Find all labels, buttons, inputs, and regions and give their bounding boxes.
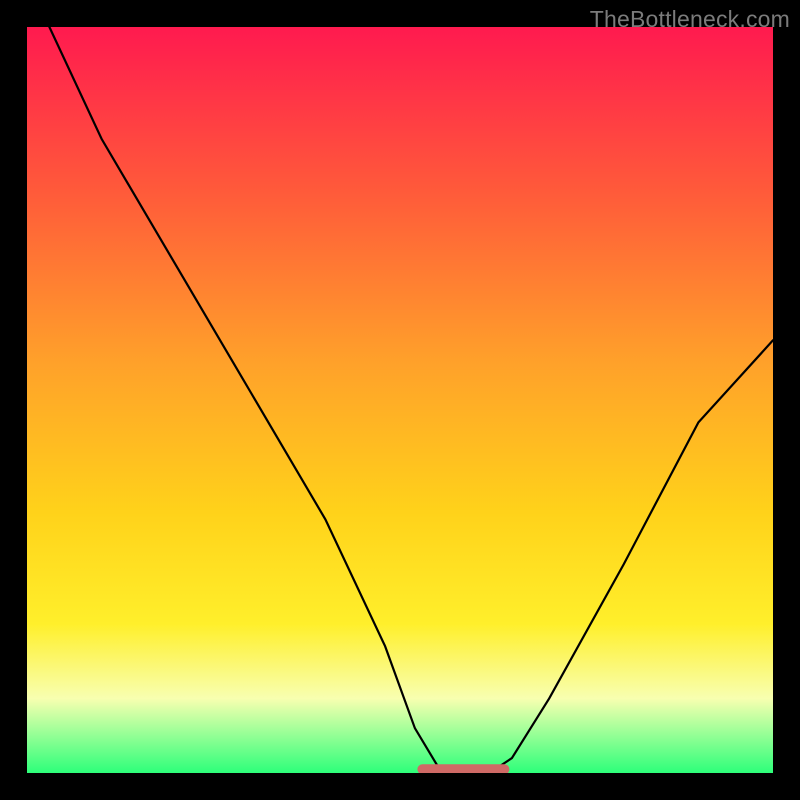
watermark-text: TheBottleneck.com — [590, 6, 790, 33]
curve-path — [49, 27, 773, 773]
bottleneck-curve — [27, 27, 773, 773]
chart-frame: TheBottleneck.com — [0, 0, 800, 800]
plot-area — [27, 27, 773, 773]
